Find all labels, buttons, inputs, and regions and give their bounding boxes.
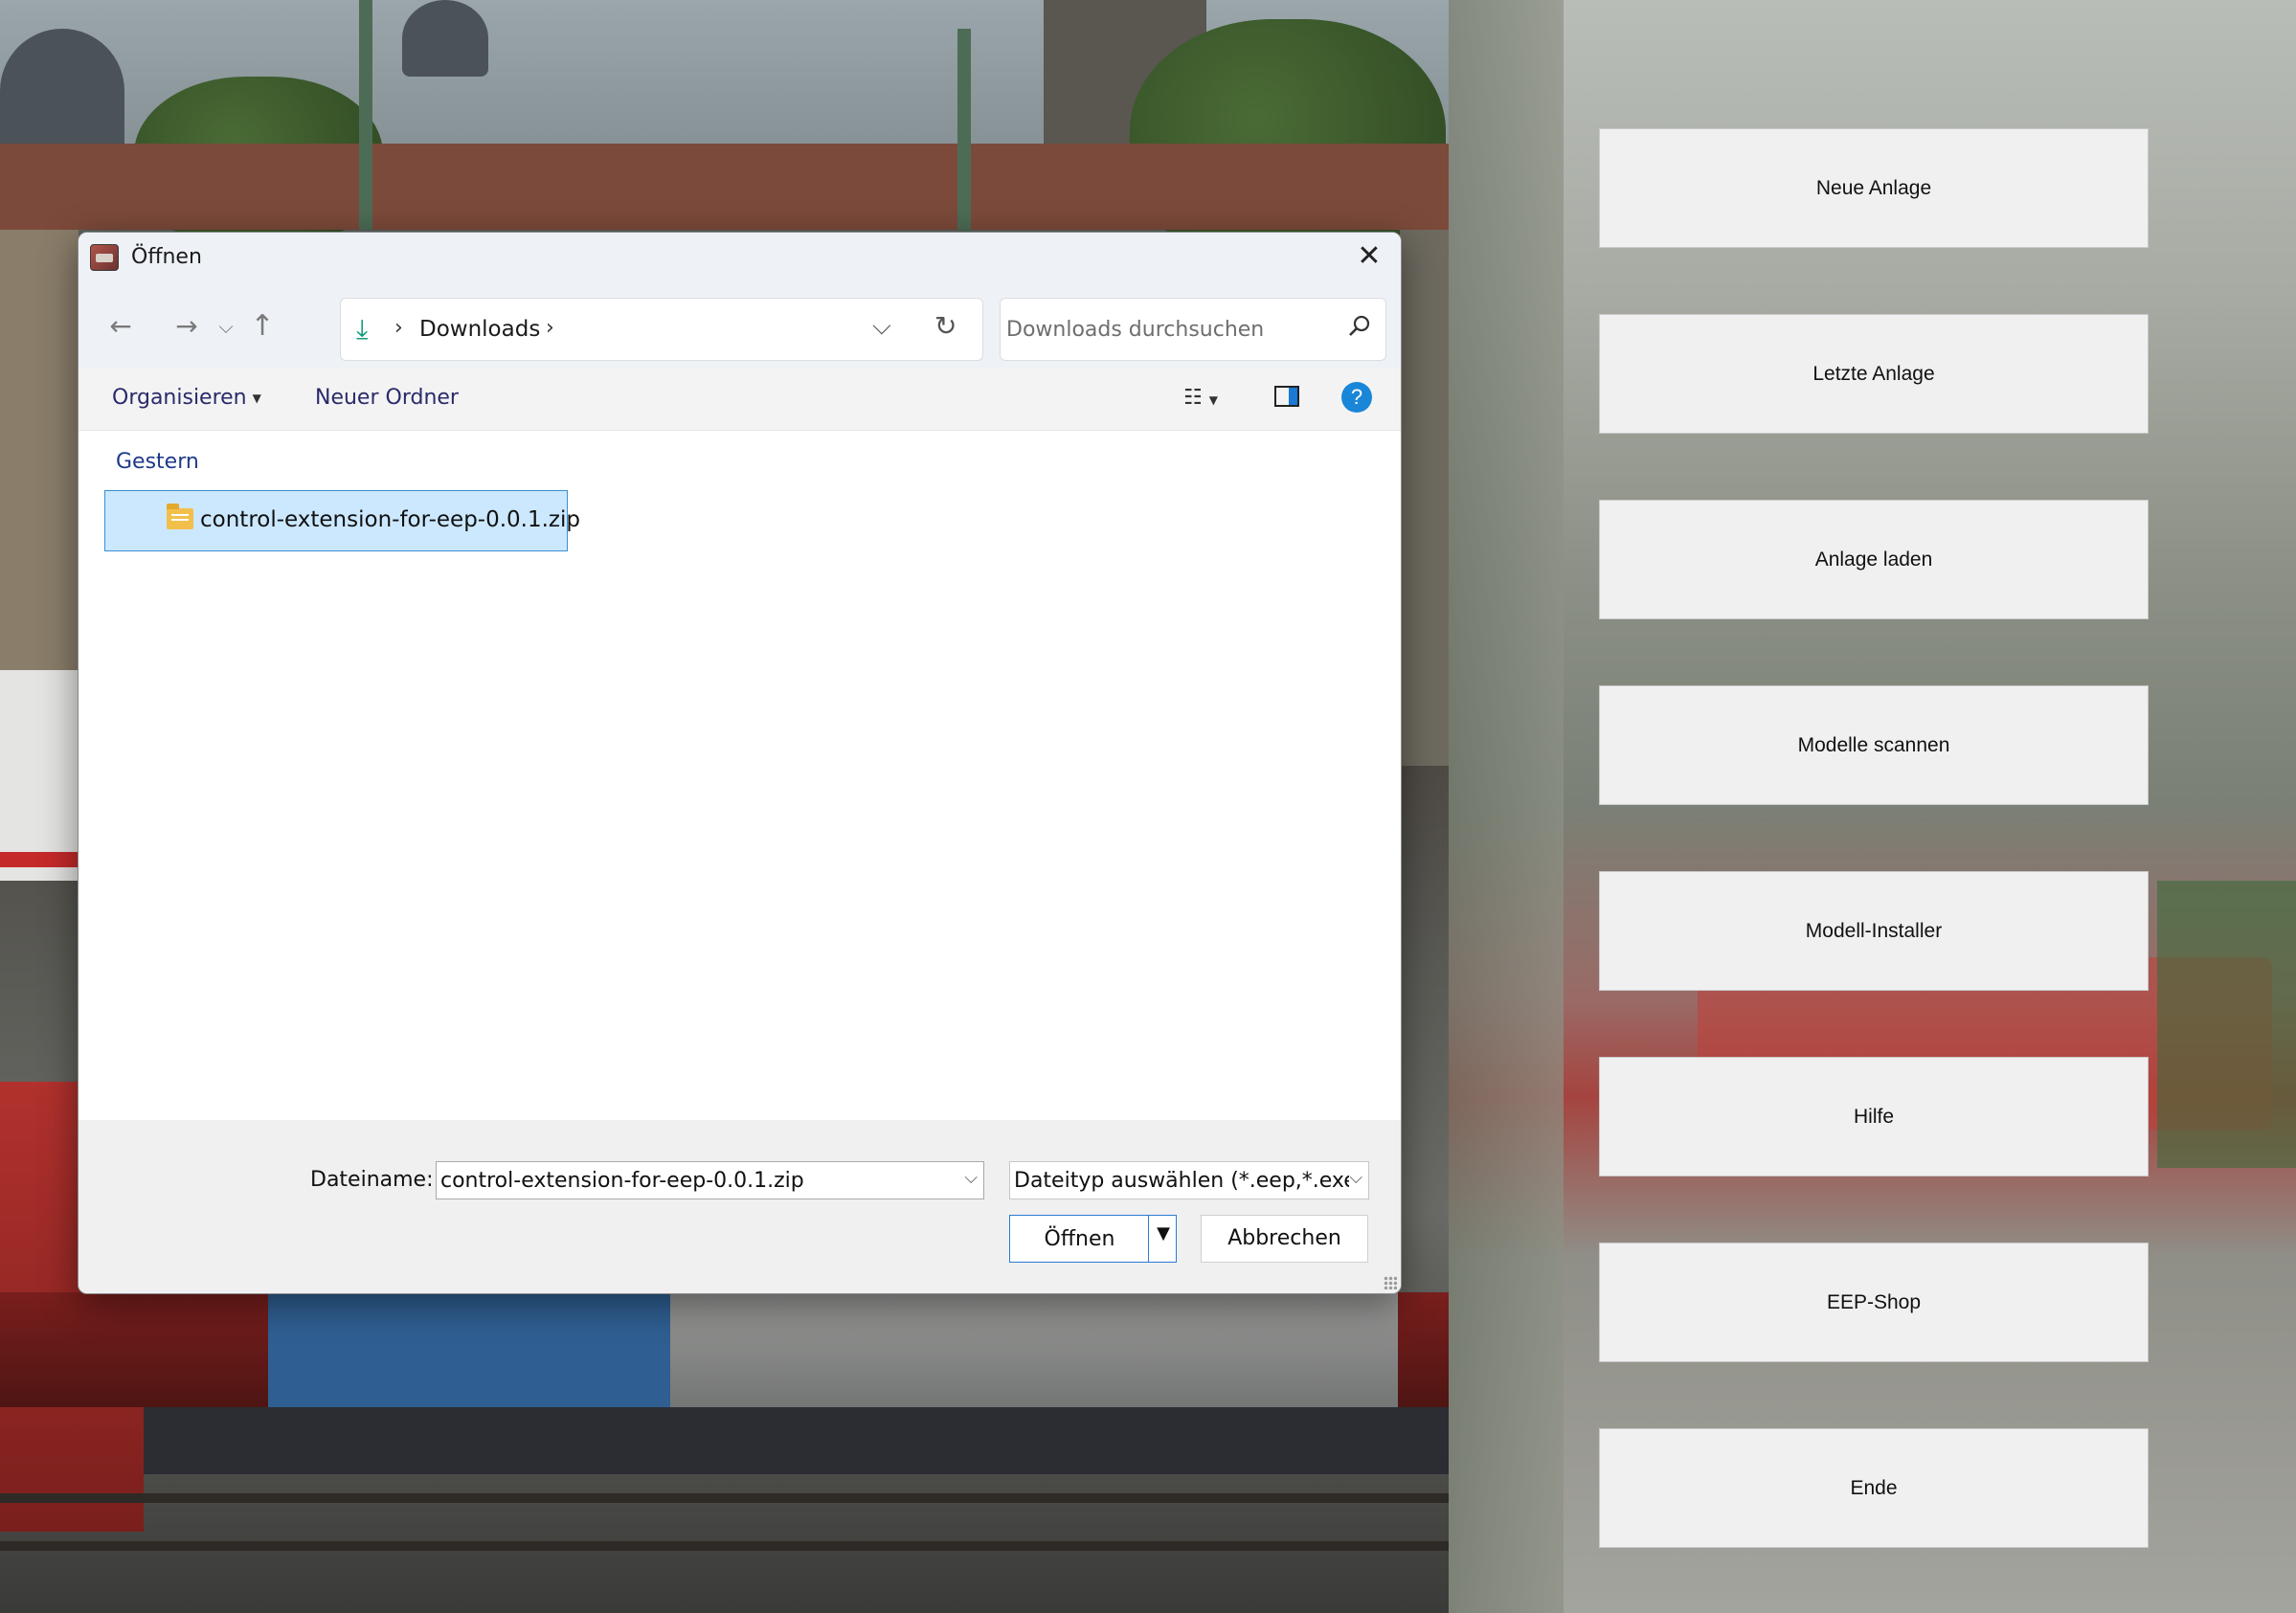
search-box[interactable]: Downloads durchsuchen	[1000, 298, 1386, 361]
menu-button-eep-shop[interactable]: EEP-Shop	[1599, 1243, 2149, 1362]
search-icon[interactable]	[1347, 314, 1372, 339]
filename-label: Dateiname:	[310, 1168, 434, 1192]
cancel-button[interactable]: Abbrechen	[1201, 1215, 1368, 1263]
blue-wagon	[268, 1292, 670, 1417]
church-dome-2	[402, 0, 488, 77]
caret-down-icon: ▼	[252, 392, 261, 405]
help-icon[interactable]: ?	[1341, 382, 1372, 413]
chevron-down-icon[interactable]: ⌵	[964, 1168, 978, 1188]
container-wagon	[613, 1283, 1398, 1426]
church-dome	[0, 29, 124, 153]
bogies	[144, 1407, 1449, 1474]
group-header[interactable]: Gestern	[116, 450, 199, 474]
arrow-right-icon[interactable]: →	[168, 307, 206, 346]
open-file-dialog: Öffnen ✕ ← ↑ → ⌵ ⤓ › Downloads › ⌵ ↻ Dow…	[78, 232, 1402, 1294]
catenary-mast-2	[359, 0, 372, 230]
address-bar[interactable]: ⤓ › Downloads › ⌵ ↻	[340, 298, 983, 361]
chevron-down-icon: ⌵	[1349, 1168, 1362, 1188]
refresh-icon[interactable]: ↻	[934, 310, 957, 342]
arrow-up-icon[interactable]: ↑	[243, 307, 281, 346]
chevron-down-icon[interactable]: ⌵	[207, 307, 245, 346]
filetype-select[interactable]: Dateityp auswählen (*.eep,*.exe ⌵	[1009, 1161, 1369, 1199]
breadcrumb-downloads[interactable]: Downloads	[419, 317, 540, 342]
ice-stripe	[0, 852, 79, 867]
blur-trees	[1449, 0, 1564, 1613]
menu-button-neue-anlage[interactable]: Neue Anlage	[1599, 128, 2149, 248]
organize-label: Organisieren	[112, 386, 247, 410]
menu-button-hilfe[interactable]: Hilfe	[1599, 1057, 2149, 1176]
dialog-titlebar[interactable]: Öffnen ✕	[79, 233, 1401, 282]
arrow-left-icon[interactable]: ←	[101, 307, 140, 346]
dialog-footer: Dateiname: control-extension-for-eep-0.0…	[79, 1120, 1401, 1293]
dialog-title: Öffnen	[131, 245, 202, 269]
rail-2	[0, 1541, 1449, 1551]
filetype-value: Dateityp auswählen (*.eep,*.exe	[1014, 1169, 1357, 1193]
eep-app-icon	[90, 244, 119, 271]
building-right	[1400, 230, 1449, 766]
file-name: control-extension-for-eep-0.0.1.zip	[200, 507, 580, 532]
split-divider	[1148, 1216, 1149, 1262]
file-item-selected[interactable]: control-extension-for-eep-0.0.1.zip	[104, 490, 580, 551]
menu-button-modell-installer[interactable]: Modell-Installer	[1599, 871, 2149, 991]
download-icon: ⤓	[356, 313, 369, 345]
ice-train	[0, 670, 79, 881]
dropdown-arrow-icon[interactable]: ▼	[1152, 1223, 1175, 1243]
view-options-icon[interactable]: ☷ ▼	[1183, 386, 1218, 410]
file-list: Gestern control-extension-for-eep-0.0.1.…	[79, 431, 1401, 1120]
filename-value[interactable]: control-extension-for-eep-0.0.1.zip	[440, 1169, 804, 1193]
blur-green-train	[2157, 881, 2296, 1168]
rooftops	[0, 144, 1449, 230]
filename-input[interactable]: control-extension-for-eep-0.0.1.zip ⌵	[436, 1161, 984, 1199]
resize-grip-icon[interactable]	[1384, 1276, 1397, 1289]
organize-button[interactable]: Organisieren ▼	[112, 386, 261, 410]
menu-button-letzte-anlage[interactable]: Letzte Anlage	[1599, 314, 2149, 434]
menu-button-ende[interactable]: Ende	[1599, 1428, 2149, 1548]
navigation-bar: ← ↑ → ⌵ ⤓ › Downloads › ⌵ ↻ Downloads du…	[79, 282, 1401, 369]
breadcrumb-separator: ›	[394, 316, 403, 340]
menu-button-anlage-laden[interactable]: Anlage laden	[1599, 500, 2149, 619]
menu-button-modelle-scannen[interactable]: Modelle scannen	[1599, 685, 2149, 805]
catenary-mast	[957, 29, 971, 239]
breadcrumb-separator-end[interactable]: ›	[546, 316, 554, 340]
open-button[interactable]: Öffnen ▼	[1009, 1215, 1177, 1263]
command-bar: Organisieren ▼ Neuer Ordner ☷ ▼ ?	[79, 369, 1401, 431]
new-folder-button[interactable]: Neuer Ordner	[315, 386, 459, 410]
close-icon[interactable]: ✕	[1355, 242, 1384, 271]
rail	[0, 1493, 1449, 1503]
search-placeholder[interactable]: Downloads durchsuchen	[1006, 318, 1264, 342]
preview-pane-icon[interactable]	[1274, 386, 1299, 407]
open-button-label: Öffnen	[1044, 1227, 1115, 1251]
zip-folder-icon	[167, 504, 193, 529]
building-left	[0, 230, 79, 708]
chevron-down-icon[interactable]: ⌵	[872, 312, 891, 342]
